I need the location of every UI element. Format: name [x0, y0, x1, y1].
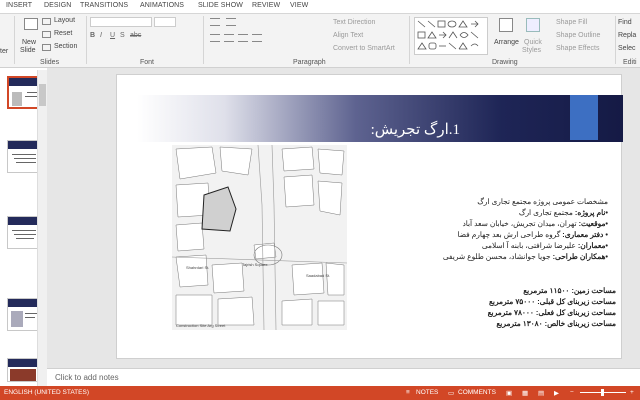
group-font-label: Font [140, 59, 155, 66]
notes-placeholder[interactable]: Click to add notes [55, 373, 119, 382]
site-map-image: Tajrish Square Shahrdari St. Saadabad St… [171, 144, 348, 331]
banner-accent [570, 95, 598, 140]
font-name-box[interactable] [90, 17, 152, 27]
group-slides-label: Slides [40, 59, 60, 66]
quick-styles-icon[interactable] [526, 18, 540, 32]
layout-icon [42, 18, 51, 25]
group-drawing-label: Drawing [492, 59, 518, 66]
strikethrough-icon[interactable]: abc [130, 32, 141, 39]
new-slide-button-line2[interactable]: Slide [20, 47, 36, 54]
underline-icon[interactable]: U [110, 32, 115, 39]
bold-icon[interactable]: B [90, 32, 95, 39]
arrange-icon[interactable] [499, 18, 513, 32]
scrollbar-thumb[interactable] [39, 84, 46, 106]
stat-line: مساحت زمین: ۱۱۵۰۰ مترمربع [523, 286, 616, 295]
map-label-square: Tajrish Square [242, 262, 268, 267]
stat-line: مساحت زیربنای خالص: ۱۳۰۸۰ مترمربع [496, 319, 616, 328]
arrange-button[interactable]: Arrange [494, 39, 519, 46]
align-text-button[interactable]: Align Text [333, 32, 363, 39]
tab-view[interactable]: VIEW [290, 2, 308, 9]
project-description[interactable]: مشخصات عمومی پروژه مجتمع تجاری ارگ •نام … [360, 196, 608, 262]
tab-review[interactable]: REVIEW [252, 2, 280, 9]
map-label-street-left: Shahrdari St. [186, 265, 210, 270]
description-line: •معماران: علیرضا شرافتی، بابنه آ اسلامی [481, 241, 608, 250]
quick-styles-button[interactable]: Quick [524, 39, 542, 46]
find-button[interactable]: Find [618, 19, 632, 26]
align-center-icon[interactable] [224, 34, 234, 42]
comments-toggle[interactable]: COMMENTS [458, 389, 496, 396]
area-stats[interactable]: مساحت زمین: ۱۱۵۰۰ مترمربع مساحت زیربنای … [420, 285, 616, 329]
slide-thumbnail[interactable] [7, 216, 40, 249]
paste-label[interactable]: ter [0, 48, 8, 55]
map-footer-label: Construction Site Arg Street [176, 323, 226, 328]
group-editing-label: Editi [623, 59, 637, 66]
align-right-icon[interactable] [238, 34, 248, 42]
group-paragraph-label: Paragraph [293, 59, 326, 66]
reset-button[interactable]: Reset [54, 30, 72, 37]
comments-toggle-icon[interactable]: ▭ [448, 389, 454, 397]
description-line: •همکاران طراحی: جویا جوانشاد، محسن طلوع … [442, 252, 608, 261]
layout-button[interactable]: Layout [54, 17, 75, 24]
reset-icon [42, 31, 51, 38]
section-button[interactable]: Section [54, 43, 77, 50]
thumbnails-scrollbar[interactable] [37, 70, 47, 386]
description-line: •موقعیت: تهران، میدان تجریش، خیابان سعد … [462, 219, 608, 228]
replace-button[interactable]: Repla [618, 32, 636, 39]
map-label-street-right: Saadabad St. [306, 273, 331, 278]
slide-thumbnail[interactable] [7, 76, 40, 109]
slideshow-icon[interactable]: ▶ [554, 389, 559, 397]
font-size-box[interactable] [154, 17, 176, 27]
normal-view-icon[interactable]: ▣ [506, 389, 512, 397]
align-left-icon[interactable] [210, 34, 220, 42]
description-heading: مشخصات عمومی پروژه مجتمع تجاری ارگ [477, 197, 608, 206]
italic-icon[interactable]: I [100, 32, 102, 39]
notes-toggle[interactable]: NOTES [416, 389, 438, 396]
zoom-out-icon[interactable]: − [570, 389, 574, 396]
zoom-slider-handle[interactable] [601, 389, 604, 396]
notes-pane[interactable]: Click to add notes [47, 368, 640, 386]
shadow-icon[interactable]: S [120, 32, 125, 39]
shapes-gallery[interactable] [414, 17, 488, 55]
section-icon [42, 44, 51, 51]
tab-animations[interactable]: ANIMATIONS [140, 2, 184, 9]
tab-insert[interactable]: INSERT [6, 2, 32, 9]
shape-outline-button[interactable]: Shape Outline [556, 32, 600, 39]
language-indicator[interactable]: ENGLISH (UNITED STATES) [4, 389, 89, 396]
shape-fill-button[interactable]: Shape Fill [556, 19, 587, 26]
select-button[interactable]: Selec [618, 45, 636, 52]
status-bar: ENGLISH (UNITED STATES) ≡ NOTES ▭ COMMEN… [0, 386, 640, 400]
tab-slide-show[interactable]: SLIDE SHOW [198, 2, 243, 9]
ribbon-tabs: INSERT DESIGN TRANSITIONS ANIMATIONS SLI… [0, 0, 640, 13]
slide-sorter-icon[interactable]: ▦ [522, 389, 528, 397]
slide-thumbnail[interactable] [7, 140, 40, 173]
bullets-icon[interactable] [210, 18, 220, 26]
notes-toggle-icon[interactable]: ≡ [406, 389, 410, 396]
tab-design[interactable]: DESIGN [44, 2, 71, 9]
tab-transitions[interactable]: TRANSITIONS [80, 2, 128, 9]
reading-view-icon[interactable]: ▤ [538, 389, 544, 397]
description-line: • دفتر معماری: گروه طراحی ارش بعد چهارم … [457, 230, 608, 239]
slide-thumbnail[interactable] [7, 298, 40, 331]
stat-line: مساحت زیربنای کل قبلی: ۷۵۰۰۰ مترمربع [488, 297, 616, 306]
new-slide-icon[interactable] [24, 18, 38, 30]
shape-effects-button[interactable]: Shape Effects [556, 45, 599, 52]
text-direction-button[interactable]: Text Direction [333, 19, 375, 26]
slide-title[interactable]: 1.ارگ تجریش: [300, 120, 460, 139]
zoom-in-icon[interactable]: + [630, 389, 634, 396]
justify-icon[interactable] [252, 34, 262, 42]
numbering-icon[interactable] [226, 18, 236, 26]
convert-smartart-button[interactable]: Convert to SmartArt [333, 45, 395, 52]
ribbon: ter New Slide Layout Reset Section Slide… [0, 13, 640, 68]
slide-thumbnail[interactable] [7, 358, 40, 382]
quick-styles-button-line2[interactable]: Styles [522, 47, 541, 54]
stat-line: مساحت زیربنای کل فعلی: ۷۸۰۰۰ مترمربع [487, 308, 616, 317]
description-line: •نام پروژه: مجتمع تجاری ارگ [518, 208, 608, 217]
new-slide-button[interactable]: New [22, 39, 36, 46]
